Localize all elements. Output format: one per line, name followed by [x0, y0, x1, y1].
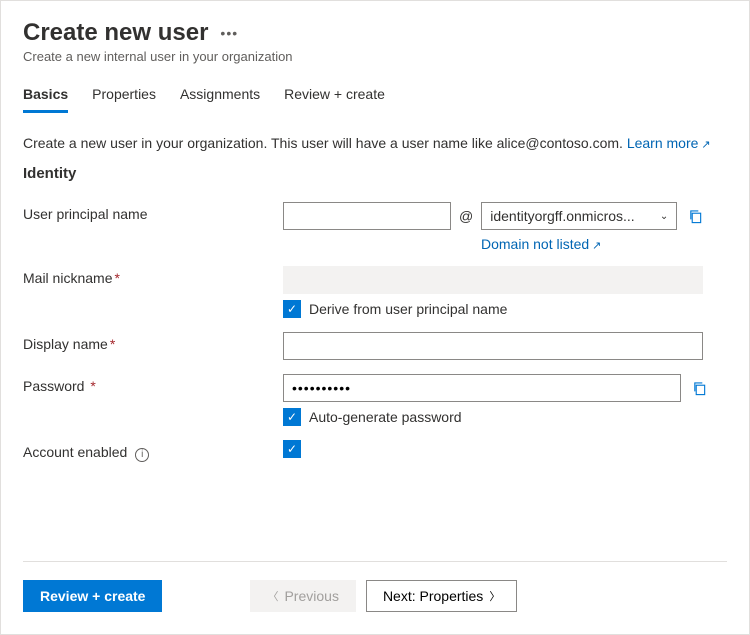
upn-localpart-input[interactable] [283, 202, 451, 230]
row-password: Password * ✓ Auto-generate password [23, 374, 727, 426]
label-mail-nickname: Mail nickname* [23, 266, 283, 286]
copy-upn-button[interactable] [685, 206, 705, 226]
checkmark-icon: ✓ [287, 442, 297, 456]
chevron-down-icon: ⌄ [660, 211, 668, 222]
chevron-right-icon: 〉 [489, 588, 500, 604]
row-mail-nickname: Mail nickname* ✓ Derive from user princi… [23, 266, 727, 318]
copy-icon [688, 209, 703, 224]
row-account-enabled: Account enabled i ✓ [23, 440, 727, 462]
next-button[interactable]: Next: Properties 〉 [366, 580, 517, 612]
checkmark-icon: ✓ [287, 410, 297, 424]
section-identity-title: Identity [23, 165, 727, 182]
tab-assignments[interactable]: Assignments [180, 86, 260, 113]
learn-more-link[interactable]: Learn more↗ [627, 135, 711, 151]
tab-review-create[interactable]: Review + create [284, 86, 385, 113]
row-display-name: Display name* [23, 332, 727, 360]
domain-not-listed-link[interactable]: Domain not listed↗ [481, 236, 727, 252]
header: Create new user ••• Create a new interna… [23, 19, 727, 64]
required-indicator: * [86, 378, 95, 394]
display-name-input[interactable] [283, 332, 703, 360]
page-title: Create new user [23, 19, 208, 47]
footer-separator [23, 561, 727, 562]
tab-basics[interactable]: Basics [23, 86, 68, 113]
tabs: Basics Properties Assignments Review + c… [23, 86, 727, 113]
derive-mail-nickname-checkbox[interactable]: ✓ [283, 300, 301, 318]
checkmark-icon: ✓ [287, 302, 297, 316]
more-icon[interactable]: ••• [220, 25, 238, 41]
label-password: Password * [23, 374, 283, 394]
previous-button: 〈 Previous [250, 580, 355, 612]
auto-generate-password-label: Auto-generate password [309, 409, 462, 425]
footer: Review + create 〈 Previous Next: Propert… [1, 547, 749, 634]
info-icon[interactable]: i [135, 448, 149, 462]
account-enabled-checkbox[interactable]: ✓ [283, 440, 301, 458]
password-input[interactable] [283, 374, 681, 402]
chevron-left-icon: 〈 [267, 588, 278, 604]
copy-password-button[interactable] [689, 378, 709, 398]
tab-properties[interactable]: Properties [92, 86, 156, 113]
upn-at-symbol: @ [459, 208, 473, 224]
page-subtitle: Create a new internal user in your organ… [23, 49, 727, 64]
description-text: Create a new user in your organization. … [23, 135, 627, 151]
auto-generate-password-checkbox[interactable]: ✓ [283, 408, 301, 426]
mail-nickname-input [283, 266, 703, 294]
external-link-icon: ↗ [592, 240, 601, 252]
derive-mail-nickname-label: Derive from user principal name [309, 301, 507, 317]
required-indicator: * [110, 336, 115, 352]
upn-domain-value: identityorgff.onmicros... [490, 208, 634, 224]
review-create-button[interactable]: Review + create [23, 580, 162, 612]
label-display-name: Display name* [23, 332, 283, 352]
label-account-enabled: Account enabled i [23, 440, 283, 462]
required-indicator: * [114, 270, 119, 286]
upn-domain-select[interactable]: identityorgff.onmicros... ⌄ [481, 202, 677, 230]
external-link-icon: ↗ [701, 139, 710, 151]
row-user-principal-name: User principal name @ identityorgff.onmi… [23, 202, 727, 252]
create-user-panel: Create new user ••• Create a new interna… [0, 0, 750, 635]
copy-icon [692, 381, 707, 396]
description: Create a new user in your organization. … [23, 135, 727, 151]
label-user-principal-name: User principal name [23, 202, 283, 222]
